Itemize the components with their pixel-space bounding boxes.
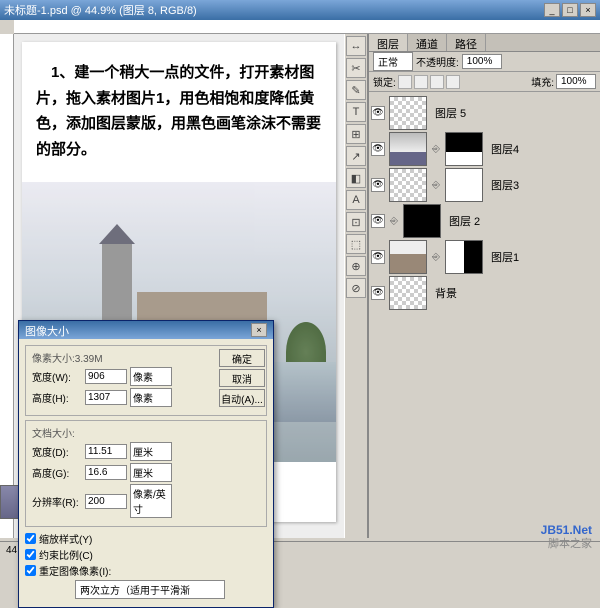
tool-strip: ↔✂✎T⊞↗◧A⊡⬚⊕⊘ bbox=[344, 34, 368, 538]
tool-button-5[interactable]: ↗ bbox=[346, 146, 366, 166]
link-icon: ⎆ bbox=[431, 252, 441, 263]
layer-name[interactable]: 图层 5 bbox=[435, 105, 466, 121]
lock-position-icon[interactable] bbox=[430, 75, 444, 89]
px-height-input[interactable] bbox=[85, 390, 127, 405]
tool-button-3[interactable]: T bbox=[346, 102, 366, 122]
dialog-close-button[interactable]: × bbox=[251, 323, 267, 337]
tool-button-6[interactable]: ◧ bbox=[346, 168, 366, 188]
resolution-input[interactable] bbox=[85, 494, 127, 509]
layer-name[interactable]: 图层 2 bbox=[449, 213, 480, 229]
tool-button-11[interactable]: ⊘ bbox=[346, 278, 366, 298]
tab-layers[interactable]: 图层 bbox=[369, 34, 408, 51]
layer-row[interactable]: 👁 ⎆ 图层4 bbox=[371, 132, 598, 166]
image-size-dialog: 图像大小 × 确定 取消 自动(A)... 像素大小:3.39M 宽度(W):像… bbox=[18, 320, 274, 608]
maximize-button[interactable]: □ bbox=[562, 3, 578, 17]
tool-button-2[interactable]: ✎ bbox=[346, 80, 366, 100]
close-button[interactable]: × bbox=[580, 3, 596, 17]
tutorial-text: 1、建一个稍大一点的文件，打开素材图片，拖入素材图片1，用色相饱和度降低黄色，添… bbox=[36, 60, 322, 162]
px-width-unit[interactable]: 像素 bbox=[130, 367, 172, 386]
layer-row[interactable]: 👁 图层 5 bbox=[371, 96, 598, 130]
visibility-icon[interactable]: 👁 bbox=[371, 178, 385, 192]
layer-row[interactable]: 👁 背景 bbox=[371, 276, 598, 310]
tool-button-10[interactable]: ⊕ bbox=[346, 256, 366, 276]
link-icon: ⎆ bbox=[431, 180, 441, 191]
watermark-text: 脚本之家 bbox=[548, 535, 592, 551]
fill-label: 填充: bbox=[531, 74, 554, 89]
mask-thumb[interactable] bbox=[445, 240, 483, 274]
lock-pixels-icon[interactable] bbox=[414, 75, 428, 89]
layer-thumb[interactable] bbox=[389, 96, 427, 130]
link-icon: ⎆ bbox=[389, 216, 399, 227]
layer-thumb[interactable] bbox=[389, 240, 427, 274]
layers-panel: 图层 通道 路径 正常 不透明度: 100% 锁定: 填充: 100% 👁 图层 … bbox=[368, 34, 600, 538]
window-title: 未标题-1.psd @ 44.9% (图层 8, RGB/8) bbox=[4, 2, 197, 18]
lock-transparency-icon[interactable] bbox=[398, 75, 412, 89]
tool-button-7[interactable]: A bbox=[346, 190, 366, 210]
tool-button-0[interactable]: ↔ bbox=[346, 36, 366, 56]
scale-styles-checkbox[interactable] bbox=[25, 533, 36, 544]
doc-height-input[interactable] bbox=[85, 465, 127, 480]
visibility-icon[interactable]: 👁 bbox=[371, 106, 385, 120]
ruler-horizontal bbox=[14, 20, 600, 34]
lock-label: 锁定: bbox=[373, 74, 396, 89]
tab-paths[interactable]: 路径 bbox=[447, 34, 486, 51]
tab-channels[interactable]: 通道 bbox=[408, 34, 447, 51]
mask-thumb[interactable] bbox=[403, 204, 441, 238]
lock-all-icon[interactable] bbox=[446, 75, 460, 89]
constrain-checkbox[interactable] bbox=[25, 549, 36, 560]
resample-select[interactable]: 两次立方（适用于平滑渐 bbox=[75, 580, 225, 599]
layer-row[interactable]: 👁 ⎆ 图层3 bbox=[371, 168, 598, 202]
px-width-input[interactable] bbox=[85, 369, 127, 384]
layer-row[interactable]: 👁 ⎆ 图层 2 bbox=[371, 204, 598, 238]
visibility-icon[interactable]: 👁 bbox=[371, 286, 385, 300]
visibility-icon[interactable]: 👁 bbox=[371, 214, 385, 228]
tool-button-8[interactable]: ⊡ bbox=[346, 212, 366, 232]
layer-name[interactable]: 背景 bbox=[435, 285, 457, 301]
layer-name[interactable]: 图层4 bbox=[491, 141, 519, 157]
layer-list: 👁 图层 5 👁 ⎆ 图层4 👁 ⎆ 图层3 👁 ⎆ 图层 2 👁 ⎆ 图层1 👁 背景 bbox=[369, 92, 600, 522]
layer-name[interactable]: 图层1 bbox=[491, 249, 519, 265]
link-icon: ⎆ bbox=[431, 144, 441, 155]
pixel-dim-label: 像素大小:3.39M bbox=[32, 350, 260, 365]
doc-width-input[interactable] bbox=[85, 444, 127, 459]
window-titlebar: 未标题-1.psd @ 44.9% (图层 8, RGB/8) _ □ × bbox=[0, 0, 600, 20]
blend-mode-select[interactable]: 正常 bbox=[373, 52, 413, 71]
dialog-title: 图像大小 bbox=[25, 323, 69, 337]
layer-name[interactable]: 图层3 bbox=[491, 177, 519, 193]
tool-button-4[interactable]: ⊞ bbox=[346, 124, 366, 144]
px-height-unit[interactable]: 像素 bbox=[130, 388, 172, 407]
opacity-input[interactable]: 100% bbox=[462, 54, 502, 69]
layer-thumb[interactable] bbox=[389, 168, 427, 202]
ruler-vertical bbox=[0, 34, 14, 538]
layer-thumb[interactable] bbox=[389, 132, 427, 166]
mask-thumb[interactable] bbox=[445, 132, 483, 166]
panel-tabs: 图层 通道 路径 bbox=[369, 34, 600, 52]
tool-button-1[interactable]: ✂ bbox=[346, 58, 366, 78]
mask-thumb[interactable] bbox=[445, 168, 483, 202]
opacity-label: 不透明度: bbox=[416, 54, 459, 69]
fill-input[interactable]: 100% bbox=[556, 74, 596, 89]
visibility-icon[interactable]: 👁 bbox=[371, 250, 385, 264]
doc-dim-label: 文档大小: bbox=[32, 425, 260, 440]
tool-button-9[interactable]: ⬚ bbox=[346, 234, 366, 254]
minimize-button[interactable]: _ bbox=[544, 3, 560, 17]
visibility-icon[interactable]: 👁 bbox=[371, 142, 385, 156]
layer-row[interactable]: 👁 ⎆ 图层1 bbox=[371, 240, 598, 274]
layer-thumb[interactable] bbox=[389, 276, 427, 310]
resample-checkbox[interactable] bbox=[25, 565, 36, 576]
